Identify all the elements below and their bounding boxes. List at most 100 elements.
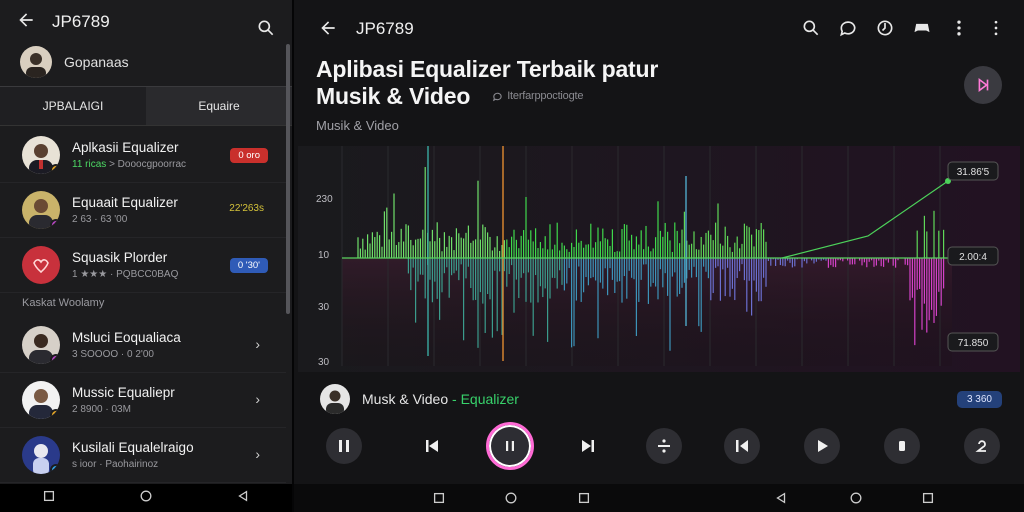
overflow-menu-icon[interactable] [977, 10, 1014, 46]
list-item[interactable]: Kusilali Equalelraigo s ioor · Paohairin… [0, 428, 286, 483]
comment-icon [493, 92, 502, 102]
page-title: Aplibasi Equalizer Terbaik patur Musik &… [316, 56, 658, 110]
subtitle: Musik & Video [316, 118, 399, 133]
value-box: 71.850 [947, 332, 999, 352]
y-axis-label: 30 [318, 357, 330, 368]
divide-icon [658, 439, 670, 453]
now-playing[interactable]: Musk & Video - Equalizer [320, 384, 519, 414]
chat-icon[interactable] [829, 10, 866, 46]
tab-bar: JPBALAIGI Equaire [0, 86, 292, 126]
more-vert-icon[interactable] [940, 10, 977, 46]
scrollbar[interactable] [286, 44, 290, 314]
item-sub: 1 ★★★ · PQBCC0BAQ [72, 269, 179, 280]
avatar [22, 381, 60, 419]
loop-icon [975, 440, 986, 452]
avatar [320, 384, 350, 414]
pause-icon [339, 440, 349, 452]
home-icon[interactable] [139, 489, 153, 508]
item-sub: 2 63 · 63 '00 [72, 214, 128, 225]
search-icon[interactable] [248, 10, 284, 46]
play-button[interactable] [804, 428, 840, 464]
pause-icon [506, 441, 514, 451]
loop-button[interactable] [964, 428, 1000, 464]
chevron-right-icon[interactable]: › [255, 391, 260, 407]
profile-name: Gopanaas [64, 54, 129, 70]
rewind-icon [736, 440, 748, 452]
chevron-right-icon[interactable]: › [255, 446, 260, 462]
section-label: Kaskat Woolamy [22, 297, 105, 309]
headline-line2: Musik & Video [316, 83, 471, 109]
value-box: 2.00:4 [947, 246, 999, 266]
list-item[interactable]: Aplkasii Equalizer 11 ricas > Dooocgpoor… [0, 128, 286, 183]
game-controller-icon[interactable] [903, 10, 940, 46]
item-sub-accent: 11 ricas [72, 159, 107, 170]
timer-icon[interactable] [866, 10, 903, 46]
value-box-label: 2.00:4 [959, 252, 987, 263]
equalizer-visualization[interactable]: 230 10 30 30 31.86'5 2.00:4 71.850 [298, 146, 1020, 372]
list-item[interactable]: Mussic Equaliepr 2 8900 · 03M › [0, 373, 286, 428]
next-round-button[interactable] [964, 66, 1002, 104]
tab-equaire[interactable]: Equaire [146, 87, 292, 125]
recents-icon[interactable] [577, 491, 591, 510]
app-title: JP6789 [52, 12, 110, 31]
chevron-right-icon[interactable]: › [255, 336, 260, 352]
list-item[interactable]: Msluci Eoqualiaca 3 SOOOO · 0 2'00 › [0, 318, 286, 373]
item-list-secondary: Msluci Eoqualiaca 3 SOOOO · 0 2'00 › Mus… [0, 318, 286, 483]
recents-icon[interactable] [432, 491, 446, 510]
y-axis-label: 230 [316, 194, 333, 205]
value-box-label: 31.86'5 [957, 167, 990, 178]
now-playing-accent: - Equalizer [448, 391, 519, 407]
tab-jpbalaigi[interactable]: JPBALAIGI [0, 87, 146, 125]
playback-controls [294, 422, 1024, 474]
item-amount: 22'263s [229, 203, 264, 214]
pause-button[interactable] [326, 428, 362, 464]
rewind-button[interactable] [724, 428, 760, 464]
stop-button[interactable] [884, 428, 920, 464]
avatar [22, 191, 60, 229]
back-arrow-icon[interactable] [8, 2, 44, 38]
list-item[interactable]: Equaait Equalizer 2 63 · 63 '00 22'263s [0, 183, 286, 238]
nav-back-icon[interactable] [774, 491, 788, 510]
item-sub: 2 8900 · 03M [72, 404, 131, 415]
status-badge: 0 '30' [229, 258, 268, 273]
recents-icon[interactable] [921, 491, 935, 510]
avatar [22, 136, 60, 174]
recents-icon[interactable] [42, 489, 56, 508]
item-title: Aplkasii Equalizer [72, 140, 179, 155]
skip-previous-icon [426, 440, 438, 452]
avatar [22, 246, 60, 284]
search-icon[interactable] [792, 10, 829, 46]
list-item[interactable]: Squasik Plorder 1 ★★★ · PQBCC0BAQ 0 '30' [0, 238, 286, 293]
avatar [22, 436, 60, 474]
system-nav-bar [0, 484, 292, 512]
stop-icon [899, 441, 905, 451]
headline-line1: Aplibasi Equalizer Terbaik patur [316, 56, 659, 82]
item-title: Equaait Equalizer [72, 195, 178, 210]
value-box-label: 71.850 [958, 338, 989, 349]
equalizer-adjust-button[interactable] [646, 428, 682, 464]
item-title: Squasik Plorder [72, 250, 168, 265]
right-panel: JP6789 Aplibasi Equalizer Terbaik patur … [294, 0, 1024, 512]
y-axis-label: 30 [318, 302, 330, 313]
toolbar [792, 10, 1014, 46]
play-icon [818, 440, 828, 452]
item-sub: > Dooocgpoorrac [109, 159, 187, 170]
skip-next-icon [978, 77, 989, 93]
home-icon[interactable] [504, 491, 518, 510]
now-playing-title: Musk & Video [362, 391, 449, 407]
item-title: Msluci Eoqualiaca [72, 330, 181, 345]
value-box: 31.86'5 [947, 161, 999, 181]
previous-button[interactable] [414, 428, 450, 464]
next-button[interactable] [570, 428, 606, 464]
nav-back-icon[interactable] [236, 489, 250, 508]
status-badge: 0 oro [230, 148, 268, 163]
main-pause-button[interactable] [486, 422, 534, 470]
item-title: Kusilali Equalelraigo [72, 440, 194, 455]
profile-header[interactable]: Gopanaas [20, 46, 129, 78]
home-icon[interactable] [849, 491, 863, 510]
item-sub: 3 SOOOO · 0 2'00 [72, 349, 154, 360]
item-sub: s ioor · Paohairinoz [72, 459, 159, 470]
status-badge: 3 360 [956, 391, 1002, 408]
back-arrow-icon[interactable] [310, 10, 346, 46]
item-list: Aplkasii Equalizer 11 ricas > Dooocgpoor… [0, 128, 286, 293]
